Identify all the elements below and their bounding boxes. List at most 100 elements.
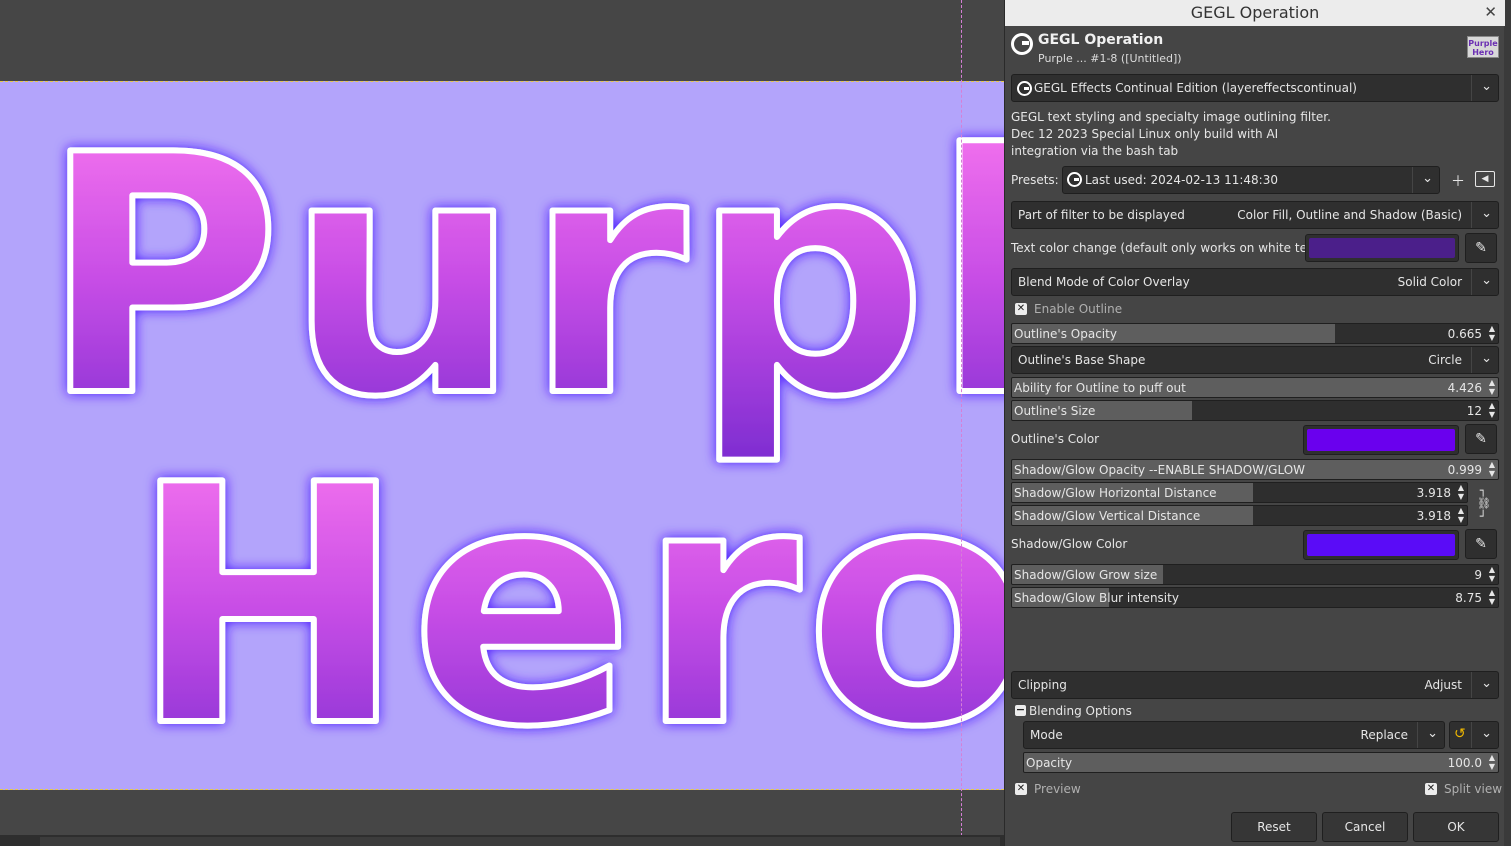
filter-description: GEGL text styling and specialty image ou…: [1011, 110, 1331, 158]
color-picker-icon[interactable]: ✎: [1465, 233, 1497, 263]
chevron-down-icon: ⌄: [1481, 273, 1492, 288]
shadow-color-button[interactable]: [1303, 530, 1459, 560]
blending-options-label[interactable]: Blending Options: [1029, 704, 1132, 718]
image-layer[interactable]: Purple Hero: [0, 81, 1004, 790]
outline-color-label: Outline's Color: [1011, 432, 1100, 446]
spin-arrows-icon[interactable]: ▲ ▼: [1489, 324, 1495, 342]
part-of-filter-select[interactable]: Part of filter to be displayed Color Fil…: [1011, 201, 1499, 229]
horizontal-scrollbar[interactable]: [0, 835, 1004, 846]
canvas-guide-line[interactable]: [961, 0, 962, 836]
shadow-opacity-value: 0.999: [1447, 463, 1482, 477]
dialog-titlebar[interactable]: GEGL Operation ✕: [1005, 0, 1505, 26]
shadow-blur-spinscale[interactable]: Shadow/Glow Blur intensity 8.75 ▲ ▼: [1011, 587, 1499, 608]
chain-link-icon[interactable]: ┐ ⛓ ┘: [1477, 484, 1491, 524]
collapse-icon[interactable]: −: [1015, 704, 1026, 716]
reset-mode-icon[interactable]: ↺: [1454, 726, 1466, 742]
presets-select[interactable]: Last used: 2024-02-13 11:48:30 ⌄: [1062, 166, 1440, 194]
layer-thumbnail: Purple Hero: [1467, 36, 1499, 58]
clipping-select[interactable]: Clipping Adjust ⌄: [1011, 671, 1499, 699]
gegl-logo-icon: [1067, 172, 1082, 187]
opacity-label: Opacity: [1026, 756, 1073, 770]
image-text-line2: Hero: [130, 415, 1004, 790]
shadow-opacity-spinscale[interactable]: Shadow/Glow Opacity --ENABLE SHADOW/GLOW…: [1011, 459, 1499, 480]
chevron-down-icon: ⌄: [1481, 726, 1492, 741]
outline-shape-value: Circle: [1428, 353, 1462, 367]
blend-mode-select[interactable]: Mode Replace ⌄: [1023, 721, 1445, 749]
ok-button[interactable]: OK: [1413, 812, 1499, 842]
spin-arrows-icon[interactable]: ▲ ▼: [1489, 401, 1495, 419]
opacity-spinscale[interactable]: Opacity 100.0 ▲ ▼: [1023, 752, 1499, 773]
close-icon[interactable]: ✕: [1484, 3, 1497, 21]
color-picker-icon[interactable]: ✎: [1465, 424, 1497, 454]
outline-opacity-spinscale[interactable]: Outline's Opacity 0.665 ▲ ▼: [1011, 323, 1499, 344]
blend-overlay-select[interactable]: Blend Mode of Color Overlay Solid Color …: [1011, 268, 1499, 296]
spin-arrows-icon[interactable]: ▲ ▼: [1489, 378, 1495, 396]
chevron-down-icon: ⌄: [1481, 206, 1492, 221]
outline-puff-value: 4.426: [1447, 381, 1482, 395]
scrollbar-thumb[interactable]: [40, 837, 1000, 846]
text-color-fill: [1309, 238, 1455, 258]
outline-color-button[interactable]: [1303, 425, 1459, 455]
image-text-line1: Purple: [40, 85, 1004, 469]
outline-size-label: Outline's Size: [1014, 404, 1096, 418]
styled-text-render: Purple Hero: [37, 82, 1004, 790]
preview-checkbox[interactable]: ✕: [1015, 783, 1027, 795]
chevron-down-icon: ⌄: [1481, 351, 1492, 366]
outline-shape-label: Outline's Base Shape: [1018, 353, 1146, 367]
opacity-value: 100.0: [1447, 756, 1482, 770]
chevron-down-icon: ⌄: [1481, 676, 1492, 691]
presets-select-value: Last used: 2024-02-13 11:48:30: [1085, 173, 1278, 187]
enable-outline-label: Enable Outline: [1034, 302, 1123, 316]
operation-title: GEGL Operation: [1038, 32, 1164, 48]
chevron-down-icon: ⌄: [1481, 79, 1492, 94]
outline-size-value: 12: [1466, 404, 1482, 418]
spin-arrows-icon[interactable]: ▲ ▼: [1458, 506, 1464, 524]
outline-size-spinscale[interactable]: Outline's Size 12 ▲ ▼: [1011, 400, 1499, 421]
color-picker-icon[interactable]: ✎: [1465, 529, 1497, 559]
shadow-grow-spinscale[interactable]: Shadow/Glow Grow size 9 ▲ ▼: [1011, 564, 1499, 585]
mode-label: Mode: [1030, 728, 1063, 742]
spin-arrows-icon[interactable]: ▲ ▼: [1489, 565, 1495, 583]
shadow-color-label: Shadow/Glow Color: [1011, 537, 1128, 551]
shadow-grow-label: Shadow/Glow Grow size: [1014, 568, 1158, 582]
spin-arrows-icon[interactable]: ▲ ▼: [1458, 483, 1464, 501]
add-preset-icon[interactable]: ＋: [1449, 171, 1467, 191]
spin-arrows-icon[interactable]: ▲ ▼: [1489, 460, 1495, 478]
outline-opacity-label: Outline's Opacity: [1014, 327, 1117, 341]
blend-overlay-label: Blend Mode of Color Overlay: [1018, 275, 1190, 289]
spin-arrows-icon[interactable]: ▲ ▼: [1489, 588, 1495, 606]
shadow-blur-label: Shadow/Glow Blur intensity: [1014, 591, 1179, 605]
operation-header: GEGL Operation Purple ... #1-8 ([Untitle…: [1009, 28, 1501, 68]
enable-outline-checkbox[interactable]: ✕: [1015, 303, 1027, 315]
gegl-operation-dialog: GEGL Operation ✕ GEGL Operation Purple .…: [1004, 0, 1505, 846]
layer-boundary-bottom: [0, 789, 1004, 790]
cancel-button[interactable]: Cancel: [1322, 812, 1408, 842]
outline-color-fill: [1307, 429, 1455, 451]
shadow-vdist-spinscale[interactable]: Shadow/Glow Vertical Distance 3.918 ▲ ▼: [1011, 505, 1468, 526]
preview-label: Preview: [1034, 782, 1081, 796]
presets-label: Presets:: [1011, 173, 1059, 187]
operation-subtitle: Purple ... #1-8 ([Untitled]): [1038, 52, 1182, 65]
shadow-color-fill: [1307, 534, 1455, 556]
part-of-filter-label: Part of filter to be displayed: [1018, 208, 1185, 222]
filter-select-value: GEGL Effects Continual Edition (layereff…: [1034, 81, 1357, 95]
reset-button[interactable]: Reset: [1231, 812, 1317, 842]
thumb-text-2: Hero: [1472, 48, 1494, 57]
filter-select[interactable]: GEGL Effects Continual Edition (layereff…: [1011, 74, 1499, 102]
shadow-hdist-spinscale[interactable]: Shadow/Glow Horizontal Distance 3.918 ▲ ▼: [1011, 482, 1468, 503]
outline-puff-label: Ability for Outline to puff out: [1014, 381, 1186, 395]
spin-arrows-icon[interactable]: ▲ ▼: [1489, 753, 1495, 771]
window-title: GEGL Operation: [1190, 3, 1320, 22]
shadow-vdist-value: 3.918: [1416, 509, 1451, 523]
image-canvas[interactable]: Purple Hero: [0, 0, 1004, 846]
layer-boundary-top: [0, 81, 1004, 82]
clipping-value: Adjust: [1424, 678, 1462, 692]
blend-overlay-value: Solid Color: [1397, 275, 1462, 289]
outline-puff-spinscale[interactable]: Ability for Outline to puff out 4.426 ▲ ▼: [1011, 377, 1499, 398]
text-color-button[interactable]: [1305, 234, 1459, 262]
preset-menu-icon[interactable]: ◀: [1475, 171, 1495, 187]
gegl-logo-icon: [1011, 33, 1033, 55]
composite-mode-select[interactable]: ↺ ⌄: [1449, 721, 1499, 749]
outline-shape-select[interactable]: Outline's Base Shape Circle ⌄: [1011, 346, 1499, 374]
split-view-checkbox[interactable]: ✕: [1425, 783, 1437, 795]
